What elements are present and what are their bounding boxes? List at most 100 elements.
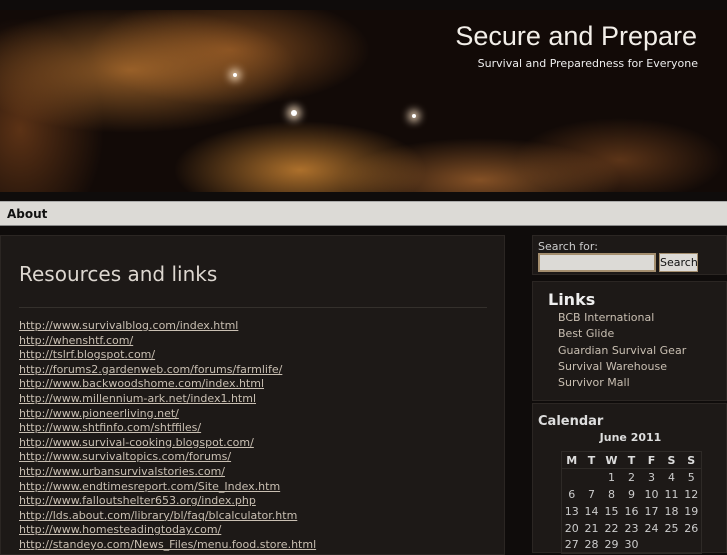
list-item: http://www.pioneerliving.net/ — [19, 407, 316, 422]
calendar-day-header: W — [601, 451, 622, 469]
list-item: http://www.endtimesreport.com/Site_Index… — [19, 480, 316, 495]
site-tagline: Survival and Preparedness for Everyone — [477, 57, 698, 70]
calendar-day: 13 — [564, 504, 579, 518]
calendar-day: 28 — [584, 538, 599, 552]
resource-link[interactable]: http://www.falloutshelter653.org/index.p… — [19, 494, 256, 507]
sidebar-link[interactable]: Survivor Mall — [558, 376, 686, 392]
calendar-day: 26 — [684, 521, 699, 535]
calendar-day: 3 — [648, 470, 655, 484]
sidebar-link[interactable]: BCB International — [558, 311, 686, 327]
calendar-day-header: S — [681, 451, 702, 469]
calendar-table: M T W T F S S 1 2 3 4 5 6 7 8 9 10 11 12 13 14 15 16 17 18 19 20 21… — [561, 451, 702, 554]
calendar-widget: Calendar June 2011 M T W T F S S 1 2 3 4 5 6 7 8 9 10 11 1… — [532, 403, 727, 554]
star-decoration — [233, 73, 237, 77]
calendar-week: 12345 — [562, 469, 702, 486]
list-item: http://www.survivaltopics.com/forums/ — [19, 450, 316, 465]
resource-links-list: http://www.survivalblog.com/index.html ht… — [19, 319, 316, 553]
resource-link[interactable]: http://forums2.gardenweb.com/forums/farm… — [19, 363, 282, 376]
calendar-day: 6 — [568, 487, 576, 501]
resource-link[interactable]: http://www.endtimesreport.com/Site_Index… — [19, 480, 280, 493]
calendar-day: 10 — [644, 487, 659, 501]
resource-link[interactable]: http://www.shtfinfo.com/shtffiles/ — [19, 421, 201, 434]
calendar-day: 24 — [644, 521, 659, 535]
calendar-day: 7 — [588, 487, 595, 501]
resource-link[interactable]: http://whenshtf.com/ — [19, 334, 133, 347]
star-decoration — [412, 114, 416, 118]
list-item: http://lds.about.com/library/bl/faq/blca… — [19, 509, 316, 524]
resource-link[interactable]: http://www.urbansurvivalstories.com/ — [19, 465, 225, 478]
search-widget: Search for: Search — [532, 235, 727, 275]
calendar-day: 23 — [624, 521, 639, 535]
calendar-day-header: T — [581, 451, 602, 469]
star-decoration — [291, 110, 297, 116]
list-item: http://tslrf.blogspot.com/ — [19, 348, 316, 363]
calendar-day: 15 — [604, 504, 619, 518]
list-item: http://whenshtf.com/ — [19, 334, 316, 349]
site-title[interactable]: Secure and Prepare — [455, 21, 697, 52]
sidebar-link[interactable]: Survival Warehouse — [558, 360, 686, 376]
nav-bar: About — [0, 201, 727, 226]
calendar-week: 6 7 8 9 10 11 12 — [562, 486, 702, 503]
search-input[interactable] — [538, 253, 656, 272]
calendar-day: 27 — [564, 538, 579, 552]
calendar-day — [642, 537, 662, 554]
divider — [19, 307, 487, 308]
list-item: http://www.backwoodshome.com/index.html — [19, 377, 316, 392]
links-widget-title: Links — [548, 290, 596, 309]
resource-link[interactable]: http://www.homesteadingtoday.com/ — [19, 523, 221, 536]
calendar-day — [662, 537, 682, 554]
list-item: http://www.shtfinfo.com/shtffiles/ — [19, 421, 316, 436]
calendar-day: 8 — [608, 487, 615, 501]
page-title: Resources and links — [19, 262, 218, 286]
main-content: Resources and links http://www.survivalb… — [0, 235, 505, 555]
calendar-day: 4 — [668, 470, 675, 484]
calendar-title: Calendar — [538, 414, 604, 429]
list-item: http://www.millennium-ark.net/index1.htm… — [19, 392, 316, 407]
calendar-week: 27 28 29 30 — [562, 537, 702, 554]
calendar-day: 9 — [628, 487, 635, 501]
calendar-day: 29 — [604, 538, 619, 552]
resource-link[interactable]: http://www.survival-cooking.blogspot.com… — [19, 436, 254, 449]
list-item: http://www.falloutshelter653.org/index.p… — [19, 494, 316, 509]
calendar-day: 11 — [664, 487, 679, 501]
resource-link[interactable]: http://www.millennium-ark.net/index1.htm… — [19, 392, 256, 405]
calendar-day: 12 — [684, 487, 699, 501]
calendar-day: 18 — [664, 504, 679, 518]
sidebar-link[interactable]: Guardian Survival Gear — [558, 344, 686, 360]
list-item: http://www.survival-cooking.blogspot.com… — [19, 436, 316, 451]
resource-link[interactable]: http://lds.about.com/library/bl/faq/blca… — [19, 509, 297, 522]
calendar-day: 19 — [684, 504, 699, 518]
list-item: http://standeyo.com/News_Files/menu.food… — [19, 538, 316, 553]
search-label: Search for: — [538, 240, 598, 253]
calendar-day: 16 — [624, 504, 639, 518]
resource-link[interactable]: http://www.backwoodshome.com/index.html — [19, 377, 264, 390]
search-button[interactable]: Search — [659, 253, 698, 272]
calendar-day: 22 — [604, 521, 619, 535]
calendar-caption: June 2011 — [599, 431, 662, 444]
list-item: http://www.homesteadingtoday.com/ — [19, 523, 316, 538]
calendar-day: 17 — [644, 504, 659, 518]
resource-link[interactable]: http://standeyo.com/News_Files/menu.food… — [19, 538, 316, 551]
resource-link[interactable]: http://tslrf.blogspot.com/ — [19, 348, 155, 361]
resource-link[interactable]: http://www.pioneerliving.net/ — [19, 407, 179, 420]
sidebar-link[interactable]: Best Glide — [558, 327, 686, 343]
calendar-week: 13 14 15 16 17 18 19 — [562, 503, 702, 520]
calendar-day: 14 — [584, 504, 599, 518]
resource-link[interactable]: http://www.survivalblog.com/index.html — [19, 319, 238, 332]
list-item: http://www.urbansurvivalstories.com/ — [19, 465, 316, 480]
calendar-day: 21 — [584, 521, 599, 535]
calendar-day: 1 — [608, 470, 615, 484]
calendar-day — [562, 469, 582, 486]
calendar-day-header: M — [561, 451, 582, 469]
header-banner: Secure and Prepare Survival and Prepared… — [0, 10, 727, 192]
calendar-day: 30 — [624, 538, 639, 552]
calendar-day — [582, 469, 602, 486]
nav-item-about[interactable]: About — [7, 207, 47, 221]
calendar-week: 20 21 22 23 24 25 26 — [562, 520, 702, 537]
resource-link[interactable]: http://www.survivaltopics.com/forums/ — [19, 450, 231, 463]
links-widget: Links BCB International Best Glide Guardia… — [532, 281, 727, 401]
calendar-day: 2 — [628, 470, 635, 484]
calendar-day: 5 — [687, 470, 695, 484]
list-item: http://www.survivalblog.com/index.html — [19, 319, 316, 334]
calendar-day — [682, 537, 702, 554]
